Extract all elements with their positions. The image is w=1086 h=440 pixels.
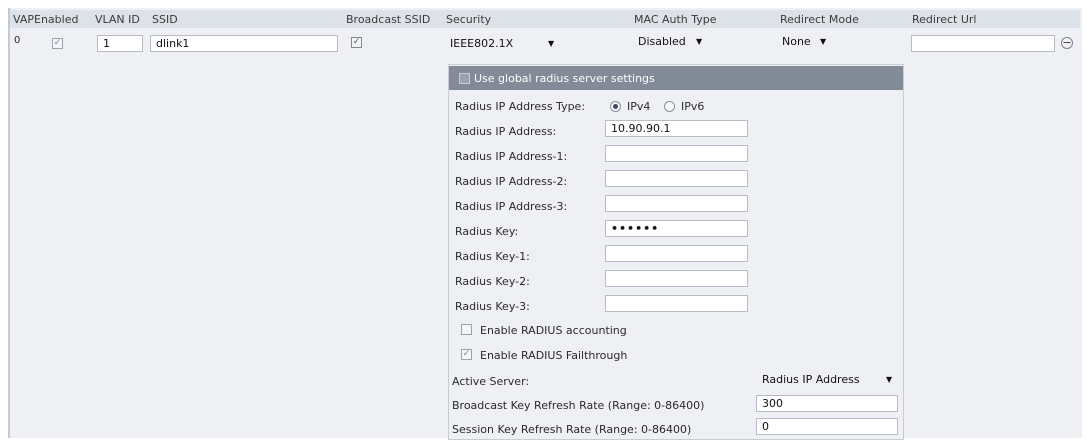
- radius-ip-address-2-input[interactable]: [605, 170, 748, 187]
- col-header-vlan-id: VLAN ID: [95, 13, 140, 26]
- broadcast-key-refresh-label: Broadcast Key Refresh Rate (Range: 0-864…: [452, 399, 705, 412]
- active-server-label: Active Server:: [452, 375, 530, 388]
- col-header-vap: VAP: [13, 13, 34, 26]
- radius-key-2-input[interactable]: [605, 270, 748, 287]
- check-icon: ✓: [53, 38, 62, 48]
- ipv6-radio[interactable]: [664, 101, 675, 112]
- radius-failthrough-checkbox[interactable]: ✓: [461, 349, 472, 360]
- col-header-security: Security: [446, 13, 492, 26]
- col-header-mac-auth-type: MAC Auth Type: [634, 13, 717, 26]
- active-server-select[interactable]: Radius IP Address ▼: [756, 371, 898, 388]
- col-header-enabled: Enabled: [34, 13, 79, 26]
- check-icon: ✓: [462, 349, 471, 359]
- chevron-down-icon: ▼: [886, 375, 893, 384]
- chevron-down-icon: ▼: [820, 37, 827, 46]
- use-global-radius-checkbox[interactable]: [459, 73, 470, 84]
- enabled-checkbox[interactable]: ✓: [52, 38, 63, 49]
- radius-key-1-label: Radius Key-1:: [455, 250, 530, 263]
- radius-ip-address-3-input[interactable]: [605, 195, 748, 212]
- remove-vap-button[interactable]: −: [1061, 37, 1073, 49]
- radius-ip-address-3-label: Radius IP Address-3:: [455, 200, 568, 213]
- radius-ip-address-1-label: Radius IP Address-1:: [455, 150, 568, 163]
- security-select[interactable]: IEEE802.1X ▼: [444, 35, 560, 52]
- radius-failthrough-label: Enable RADIUS Failthrough: [480, 349, 628, 362]
- radius-ip-address-input[interactable]: 10.90.90.1: [605, 120, 748, 137]
- ssid-input[interactable]: dlink1: [150, 35, 338, 52]
- mac-auth-type-value: Disabled: [638, 35, 686, 48]
- radius-ip-address-1-input[interactable]: [605, 145, 748, 162]
- check-icon: ✓: [352, 37, 361, 47]
- radius-ip-address-2-label: Radius IP Address-2:: [455, 175, 568, 188]
- minus-icon: −: [1062, 36, 1072, 49]
- vlan-id-input[interactable]: 1: [97, 35, 143, 52]
- mac-auth-type-select[interactable]: Disabled ▼: [632, 33, 712, 50]
- ipv4-radio[interactable]: [610, 101, 621, 112]
- col-header-redirect-mode: Redirect Mode: [780, 13, 859, 26]
- redirect-mode-select[interactable]: None ▼: [776, 33, 836, 50]
- redirect-url-input[interactable]: [911, 35, 1055, 52]
- chevron-down-icon: ▼: [696, 37, 703, 46]
- session-key-refresh-input[interactable]: 0: [756, 418, 898, 435]
- radius-key-3-input[interactable]: [605, 295, 748, 312]
- chevron-down-icon: ▼: [548, 39, 555, 48]
- col-header-redirect-url: Redirect Url: [912, 13, 977, 26]
- radius-key-input[interactable]: ••••••: [605, 220, 748, 237]
- radius-key-3-label: Radius Key-3:: [455, 300, 530, 313]
- ipv4-radio-label: IPv4: [627, 100, 651, 113]
- radius-key-2-label: Radius Key-2:: [455, 275, 530, 288]
- radius-ip-type-label: Radius IP Address Type:: [455, 100, 586, 113]
- radius-key-1-input[interactable]: [605, 245, 748, 262]
- radius-accounting-checkbox[interactable]: [461, 324, 472, 335]
- session-key-refresh-label: Session Key Refresh Rate (Range: 0-86400…: [452, 423, 692, 436]
- col-header-broadcast-ssid: Broadcast SSID: [346, 13, 431, 26]
- radius-key-label: Radius Key:: [455, 225, 519, 238]
- broadcast-ssid-checkbox[interactable]: ✓: [351, 37, 362, 48]
- redirect-mode-value: None: [782, 35, 811, 48]
- radius-accounting-label: Enable RADIUS accounting: [480, 324, 627, 337]
- ipv6-radio-label: IPv6: [681, 100, 705, 113]
- active-server-value: Radius IP Address: [762, 373, 860, 386]
- broadcast-key-refresh-input[interactable]: 300: [756, 395, 898, 412]
- security-select-value: IEEE802.1X: [450, 37, 514, 50]
- radius-ip-address-label: Radius IP Address:: [455, 125, 557, 138]
- use-global-radius-label: Use global radius server settings: [474, 72, 655, 85]
- vap-index: 0: [14, 35, 21, 46]
- col-header-ssid: SSID: [152, 13, 178, 26]
